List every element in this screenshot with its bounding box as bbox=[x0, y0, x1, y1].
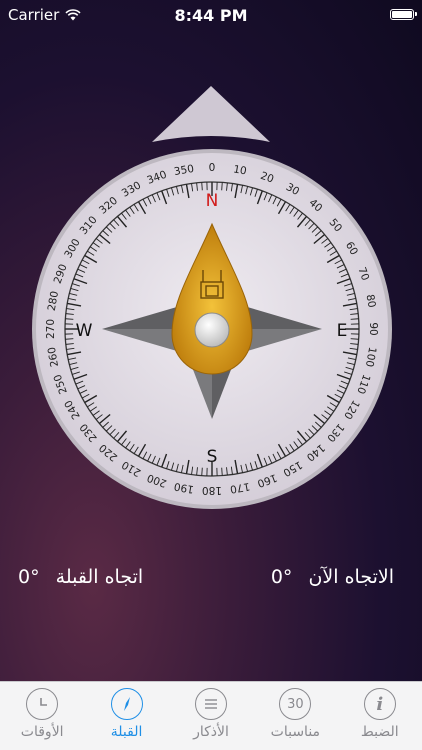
tab-prayer-times-label: الأوقات bbox=[20, 724, 64, 740]
degree-tick bbox=[201, 467, 203, 476]
tab-qibla-label: القبلة bbox=[110, 724, 143, 740]
compass-icon bbox=[110, 688, 143, 720]
degree-label: 0 bbox=[209, 162, 216, 174]
current-heading: الاتجاه الآن 0° bbox=[271, 566, 394, 588]
tab-qibla[interactable]: القبلة bbox=[85, 682, 169, 740]
compass[interactable]: 0 10 20 30 40 50 60 70 80 90 100 110 120 130 140 150 160… bbox=[31, 148, 393, 510]
degree-tick bbox=[65, 338, 74, 340]
carrier-label: Carrier bbox=[8, 6, 60, 24]
current-heading-value: 0° bbox=[270, 566, 293, 588]
degree-tick bbox=[65, 318, 74, 320]
cardinal-west: W bbox=[76, 321, 93, 341]
degree-tick bbox=[221, 467, 223, 476]
status-bar: Carrier 8:44 PM bbox=[0, 0, 422, 30]
tab-settings[interactable]: i الضبط bbox=[338, 682, 422, 740]
battery-icon bbox=[390, 9, 417, 20]
cardinal-north: N bbox=[206, 191, 219, 211]
degree-tick bbox=[350, 318, 359, 320]
tab-occasions-label: مناسبات bbox=[270, 724, 321, 740]
tab-adhkar[interactable]: الأذكار bbox=[169, 682, 253, 740]
degree-tick bbox=[221, 182, 223, 191]
cardinal-east: E bbox=[337, 321, 348, 341]
qibla-heading-value: 0° bbox=[18, 566, 40, 588]
degree-label: 10 bbox=[232, 163, 247, 177]
degree-label: 90 bbox=[367, 322, 379, 335]
needle-pivot bbox=[194, 312, 230, 348]
degree-tick bbox=[201, 182, 203, 191]
qibla-heading-label: اتجاه القبلة bbox=[55, 566, 144, 588]
tab-bar: i الضبط 30 مناسبات الأذكار القبلة الأوقا… bbox=[0, 681, 422, 750]
qibla-heading: اتجاه القبلة 0° bbox=[18, 566, 143, 588]
current-heading-label: الاتجاه الآن bbox=[308, 566, 394, 588]
compass-dial: 0 10 2030405060708090100110120130140150160… bbox=[32, 149, 392, 509]
cardinal-south: S bbox=[207, 447, 218, 467]
tab-prayer-times[interactable]: الأوقات bbox=[0, 682, 84, 740]
tab-settings-label: الضبط bbox=[360, 724, 399, 740]
degree-tick bbox=[350, 338, 359, 340]
degree-label: 180 bbox=[202, 484, 222, 496]
tab-adhkar-label: الأذكار bbox=[193, 724, 229, 740]
calendar-30-icon: 30 bbox=[279, 688, 312, 720]
tab-occasions[interactable]: 30 مناسبات bbox=[253, 682, 337, 740]
list-icon bbox=[194, 688, 227, 720]
degree-label: 80 bbox=[363, 293, 377, 308]
status-left: Carrier bbox=[0, 6, 81, 24]
qibla-direction-arrow bbox=[152, 86, 270, 142]
info-icon: i bbox=[363, 688, 396, 720]
degree-label: 270 bbox=[45, 319, 57, 339]
wifi-icon bbox=[65, 9, 81, 21]
clock-icon bbox=[26, 688, 59, 720]
